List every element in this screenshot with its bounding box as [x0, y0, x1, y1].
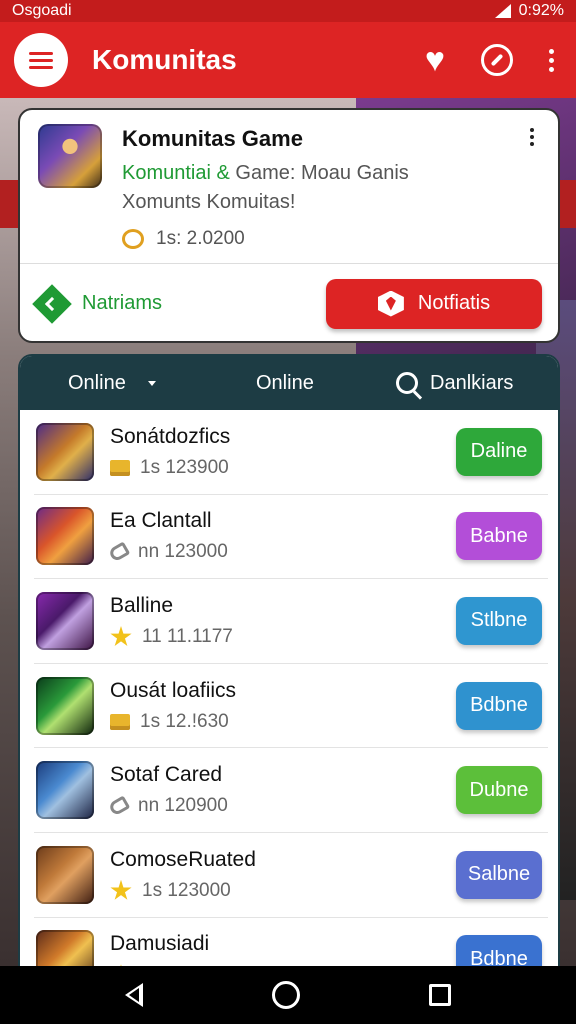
featured-subtitle-rest: Game: Moau Ganis: [229, 162, 409, 184]
game-thumbnail: [36, 761, 94, 820]
notifications-label: Notfiatis: [417, 292, 491, 314]
game-status-button[interactable]: Salbne: [456, 850, 542, 899]
recents-icon[interactable]: [429, 984, 452, 1006]
game-meta: nn 120900: [107, 795, 456, 817]
home-icon[interactable]: [271, 981, 300, 1009]
game-status-button[interactable]: Babne: [456, 512, 542, 561]
game-status-button[interactable]: Dubne: [456, 766, 542, 815]
list-item[interactable]: Sotaf Cared nn 120900 Dubne: [34, 748, 548, 833]
chevron-down-icon: [147, 380, 156, 386]
search-button[interactable]: Danlkiars: [396, 372, 513, 395]
game-status-button[interactable]: Stlbne: [456, 596, 542, 645]
game-status-button[interactable]: Bdbne: [456, 681, 542, 730]
featured-subtitle: Komuntiai & Game: Moau Ganis: [122, 162, 409, 185]
star-icon: [110, 625, 132, 647]
game-info: ComoseRuated 1s 123000: [110, 848, 456, 902]
game-status-button[interactable]: Daline: [456, 427, 542, 476]
online-filter-label: Online: [68, 371, 126, 394]
battery-text: 0:92%: [518, 2, 564, 19]
featured-header: Komunitas Game Komuntiai & Game: Moau Ga…: [20, 110, 558, 263]
online-tab[interactable]: Online: [256, 372, 396, 395]
heart-icon[interactable]: ♥: [425, 43, 445, 77]
game-meta-text: nn 120900: [138, 795, 228, 817]
list-item[interactable]: Ousát loafiics 1s 12.!630 Bdbne: [34, 664, 548, 749]
diamond-icon: [32, 283, 72, 324]
list-header: Online Online Danlkiars: [20, 356, 558, 410]
list-item[interactable]: Balline 11 11.1177 Stlbne: [34, 579, 548, 664]
featured-info: Komunitas Game Komuntiai & Game: Moau Ga…: [122, 124, 409, 249]
game-meta: 11 11.1177: [110, 625, 456, 648]
chest-icon: [110, 713, 130, 730]
featured-title: Komunitas Game: [122, 126, 303, 151]
featured-game-thumbnail: [38, 124, 102, 188]
game-name: Balline: [110, 593, 174, 617]
game-info: Sonátdozfics 1s 123900: [110, 425, 456, 479]
tag-icon: [107, 795, 131, 817]
menu-button[interactable]: [14, 33, 68, 87]
game-thumbnail: [36, 845, 94, 904]
featured-description: Xomunts Komuitas!: [122, 191, 296, 213]
game-list: Sonátdozfics 1s 123900 Daline Ea Clantall nn…: [20, 410, 558, 972]
game-thumbnail: [36, 591, 94, 650]
game-meta-text: 11 11.1177: [142, 625, 233, 647]
game-info: Ea Clantall nn 123000: [107, 509, 456, 563]
game-name: Damusiadi: [110, 932, 210, 956]
game-meta-text: 1s 123900: [140, 456, 229, 478]
chest-icon: [110, 459, 130, 476]
signal-icon: [494, 4, 511, 18]
search-icon: [396, 372, 418, 394]
game-thumbnail: [36, 676, 94, 735]
status-left-text: Osgoadi: [12, 2, 72, 19]
star-icon: [110, 879, 132, 900]
tag-icon: [107, 541, 131, 563]
status-icons: 0:92%: [494, 2, 564, 20]
game-thumbnail: [36, 422, 94, 481]
app-actions: ♥: [425, 43, 554, 77]
list-item[interactable]: ComoseRuated 1s 123000 Salbne: [34, 833, 548, 918]
natriams-label: Natriams: [82, 292, 163, 314]
online-filter-dropdown[interactable]: Online: [68, 372, 256, 395]
card-menu-icon[interactable]: [530, 128, 534, 146]
list-item[interactable]: Sonátdozfics 1s 123900 Daline: [34, 410, 548, 495]
navigation-bar: [0, 966, 576, 1024]
game-name: Sonátdozfics: [110, 424, 231, 448]
featured-meta-text: 1s: 2.0200: [156, 228, 245, 249]
game-name: Sotaf Cared: [110, 763, 223, 787]
game-name: Ousát loafiics: [110, 678, 237, 702]
natriams-button[interactable]: Natriams: [32, 283, 163, 324]
featured-subtitle-highlight: Komuntiai &: [122, 162, 230, 184]
notifications-button[interactable]: Notfiatis: [326, 278, 542, 329]
game-meta-text: 1s 123000: [142, 879, 231, 901]
game-meta-text: 1s 12.!630: [140, 710, 229, 732]
list-item[interactable]: Ea Clantall nn 123000 Babne: [34, 495, 548, 580]
game-meta-text: nn 123000: [138, 541, 228, 563]
featured-card[interactable]: Komunitas Game Komuntiai & Game: Moau Ga…: [18, 108, 560, 343]
game-name: Ea Clantall: [110, 509, 212, 533]
game-info: Sotaf Cared nn 120900: [107, 763, 456, 817]
menu-icon: [29, 51, 53, 55]
search-label: Danlkiars: [430, 371, 514, 394]
cube-icon: [377, 290, 404, 317]
game-meta: nn 123000: [107, 541, 456, 563]
game-meta: 1s 12.!630: [110, 711, 456, 733]
app-bar: Komunitas ♥: [0, 22, 576, 98]
game-thumbnail: [36, 507, 94, 566]
compass-icon[interactable]: [481, 44, 513, 76]
featured-meta: 1s: 2.0200: [122, 228, 409, 250]
featured-actions: Natriams Notfiatis: [20, 263, 558, 341]
back-icon[interactable]: [124, 983, 143, 1007]
game-info: Ousát loafiics 1s 12.!630: [110, 679, 456, 733]
status-bar: Osgoadi 0:92%: [0, 0, 576, 22]
game-name: ComoseRuated: [110, 847, 256, 871]
game-meta: 1s 123900: [110, 457, 456, 479]
game-list-card: Online Online Danlkiars Sonátdozfics 1s 1…: [18, 354, 560, 974]
game-meta: 1s 123000: [110, 879, 456, 902]
game-info: Balline 11 11.1177: [110, 594, 456, 648]
overflow-menu-icon[interactable]: [549, 48, 554, 72]
coin-icon: [122, 229, 144, 249]
app-title: Komunitas: [92, 44, 237, 75]
